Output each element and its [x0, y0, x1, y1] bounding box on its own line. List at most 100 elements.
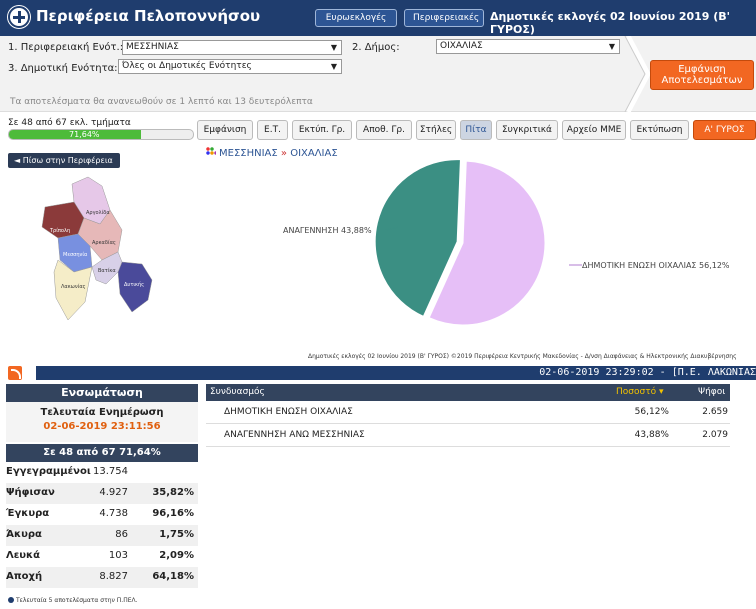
tab-et[interactable]: Ε.Τ. [257, 120, 288, 140]
stat-row: Άκυρα 86 1,75% [6, 525, 198, 546]
municipality-select-value: ΟΙΧΑΛΙΑΣ [440, 41, 483, 51]
region-label: 1. Περιφερειακή Ενότ.: [8, 42, 124, 53]
tab-comparative[interactable]: Συγκριτικά [496, 120, 558, 140]
regional-elections-button[interactable]: Περιφερειακές [404, 9, 484, 27]
stat-row: Ψήφισαν 4.927 35,82% [6, 483, 198, 504]
region-dots-icon [206, 147, 216, 157]
progress-percent: 71,64% [69, 130, 100, 139]
app-title: Περιφέρεια Πελοποννήσου [36, 7, 261, 25]
show-results-button[interactable]: Εμφάνιση Αποτελεσμάτων [650, 60, 754, 90]
party-percent: 56,12% [634, 407, 669, 417]
party-votes: 2.079 [702, 430, 728, 440]
chart-footer: Δημοτικές εκλογές 02 Ιουνίου 2019 (Β' ΓΥ… [308, 353, 737, 360]
party-percent: 43,88% [634, 430, 669, 440]
municipality-select[interactable]: ΟΙΧΑΛΙΑΣ ▼ [436, 39, 620, 54]
tab-print[interactable]: Εκτύπωση [630, 120, 689, 140]
euro-elections-button[interactable]: Ευρωεκλογές [315, 9, 397, 27]
map-label: Αρκαδίας [92, 239, 116, 246]
col-percent-label: Ποσοστό [616, 387, 657, 397]
party-name: ΔΗΜΟΤΙΚΗ ΕΝΩΣΗ ΟΙΧΑΛΙΑΣ [224, 407, 353, 417]
region-map[interactable]: Αργολίδα Τρίπολη Αρκαδίας Μεσσηνία Λακων… [30, 172, 180, 322]
stat-pct: 1,75% [159, 529, 194, 540]
table-row[interactable]: ΔΗΜΟΤΙΚΗ ΕΝΩΣΗ ΟΙΧΑΛΙΑΣ 56,12% 2.659 [206, 401, 730, 424]
stats-list: Εγγεγραμμένοι 13.754 Ψήφισαν 4.927 35,82% Έ… [6, 462, 198, 588]
map-label: Βατίκα [98, 267, 116, 274]
map-label: Αργολίδα [86, 209, 110, 216]
stat-value: 4.738 [99, 508, 128, 519]
footnote: Τελευταία 5 αποτελέσματα στην Π.ΠΕΛ. [8, 597, 138, 604]
results-table: Συνδυασμός Ποσοστό ▾ Ψήφοι ΔΗΜΟΤΙΚΗ ΕΝΩΣ… [206, 384, 730, 447]
col-votes[interactable]: Ψήφοι [698, 387, 725, 397]
stat-row: Έγκυρα 4.738 96,16% [6, 504, 198, 525]
stat-label: Έγκυρα [6, 508, 50, 519]
rss-icon[interactable] [8, 366, 22, 380]
region-select[interactable]: ΜΕΣΣΗΝΙΑΣ ▼ [122, 40, 342, 55]
stat-row: Λευκά 103 2,09% [6, 546, 198, 567]
pie-label-0: ΔΗΜΟΤΙΚΗ ΕΝΩΣΗ ΟΙΧΑΛΙΑΣ 56,12% [582, 261, 730, 270]
election-title: Δημοτικές εκλογές 02 Ιουνίου 2019 (Β' ΓΥ… [490, 10, 731, 36]
summary-panel: Ενσωμάτωση Τελευταία Ενημέρωση 02-06-201… [6, 384, 198, 588]
stat-value: 103 [108, 550, 128, 561]
tab-display[interactable]: Εμφάνιση [197, 120, 253, 140]
last-update-box: Τελευταία Ενημέρωση 02-06-2019 23:11:56 [6, 402, 198, 442]
chevron-down-icon: ▼ [330, 62, 337, 71]
col-percent[interactable]: Ποσοστό ▾ [616, 387, 664, 397]
stat-row: Εγγεγραμμένοι 13.754 [6, 462, 198, 483]
stat-value: 86 [115, 529, 128, 540]
progress-bar: 71,64% [8, 129, 194, 140]
pie-label-1: ΑΝΑΓΕΝΝΗΣΗ 43,88% [283, 226, 372, 235]
stat-pct: 2,09% [159, 550, 194, 561]
tab-media-file[interactable]: Αρχείο ΜΜΕ [562, 120, 626, 140]
chevron-down-icon: ▼ [330, 43, 337, 52]
chevron-down-icon: ▼ [608, 42, 615, 51]
stat-pct: 64,18% [152, 571, 194, 582]
pie-chart: ΔΗΜΟΤΙΚΗ ΕΝΩΣΗ ΟΙΧΑΛΙΑΣ 56,12% ΑΝΑΓΕΝΝΗΣ… [283, 159, 730, 326]
news-ticker: 02-06-2019 23:29:02 - [Π.Ε. ΛΑΚΩΝΙΑΣ [36, 366, 756, 380]
stat-value: 13.754 [93, 466, 128, 477]
table-row[interactable]: ΑΝΑΓΕΝΝΗΣΗ ΑΝΩ ΜΕΣΣΗΝΙΑΣ 43,88% 2.079 [206, 424, 730, 447]
progress-text: Σε 48 από 67 εκλ. τμήματα [8, 118, 131, 128]
stat-label: Αποχή [6, 571, 43, 582]
stat-pct: 35,82% [152, 487, 194, 498]
results-header: Συνδυασμός Ποσοστό ▾ Ψήφοι [206, 384, 730, 401]
region-select-value: ΜΕΣΣΗΝΙΑΣ [126, 42, 179, 52]
sort-down-icon: ▾ [659, 387, 664, 397]
integration-heading: Ενσωμάτωση [6, 384, 198, 402]
stat-label: Λευκά [6, 550, 41, 561]
col-combination[interactable]: Συνδυασμός [210, 387, 265, 397]
municipality-label: 2. Δήμος: [352, 42, 400, 53]
map-label: Τρίπολη [49, 227, 70, 234]
tab-pie[interactable]: Πίτα [460, 120, 492, 140]
breadcrumb-region[interactable]: ΜΕΣΣΗΝΙΑΣ [219, 148, 278, 159]
header-bar: Περιφέρεια Πελοποννήσου Ευρωεκλογές Περι… [0, 0, 756, 36]
last-update-value: 02-06-2019 23:11:56 [43, 421, 161, 432]
stat-row: Αποχή 8.827 64,18% [6, 567, 198, 588]
stat-value: 4.927 [99, 487, 128, 498]
selector-panel: 1. Περιφερειακή Ενότ.: ΜΕΣΣΗΝΙΑΣ ▼ 2. Δή… [0, 36, 756, 112]
chevron-separator-icon [624, 36, 651, 112]
party-name: ΑΝΑΓΕΝΝΗΣΗ ΑΝΩ ΜΕΣΣΗΝΙΑΣ [224, 430, 365, 440]
unit-select[interactable]: Όλες οι Δημοτικές Ενότητες ▼ [118, 59, 342, 74]
unit-select-value: Όλες οι Δημοτικές Ενότητες [122, 61, 252, 71]
stat-label: Εγγεγραμμένοι [6, 466, 91, 477]
party-votes: 2.659 [702, 407, 728, 417]
stat-label: Άκυρα [6, 529, 42, 540]
last-update-label: Τελευταία Ενημέρωση [40, 407, 164, 418]
stat-pct: 96,16% [152, 508, 194, 519]
stat-value: 8.827 [99, 571, 128, 582]
counted-stations: Σε 48 από 67 71,64% [6, 444, 198, 462]
map-label: Δυτικής [124, 281, 144, 288]
unit-label: 3. Δημοτική Ενότητα: [8, 63, 118, 74]
stat-label: Ψήφισαν [6, 487, 55, 498]
region-logo-icon [8, 6, 30, 28]
tab-first-round[interactable]: Α' ΓΥΡΟΣ [693, 120, 756, 140]
map-label: Λακωνίας [61, 283, 86, 290]
bullet-icon [8, 597, 14, 603]
update-countdown: Τα αποτελέσματα θα ανανεωθούν σε 1 λεπτό… [10, 97, 313, 107]
back-to-region-button[interactable]: ◄ Πίσω στην Περιφέρεια [8, 153, 120, 168]
footnote-text: Τελευταία 5 αποτελέσματα στην Π.ΠΕΛ. [16, 597, 138, 604]
tab-save-chart[interactable]: Αποθ. Γρ. [356, 120, 412, 140]
map-label: Μεσσηνία [63, 251, 88, 258]
tab-print-chart[interactable]: Εκτύπ. Γρ. [292, 120, 352, 140]
tab-columns[interactable]: Στήλες [416, 120, 456, 140]
